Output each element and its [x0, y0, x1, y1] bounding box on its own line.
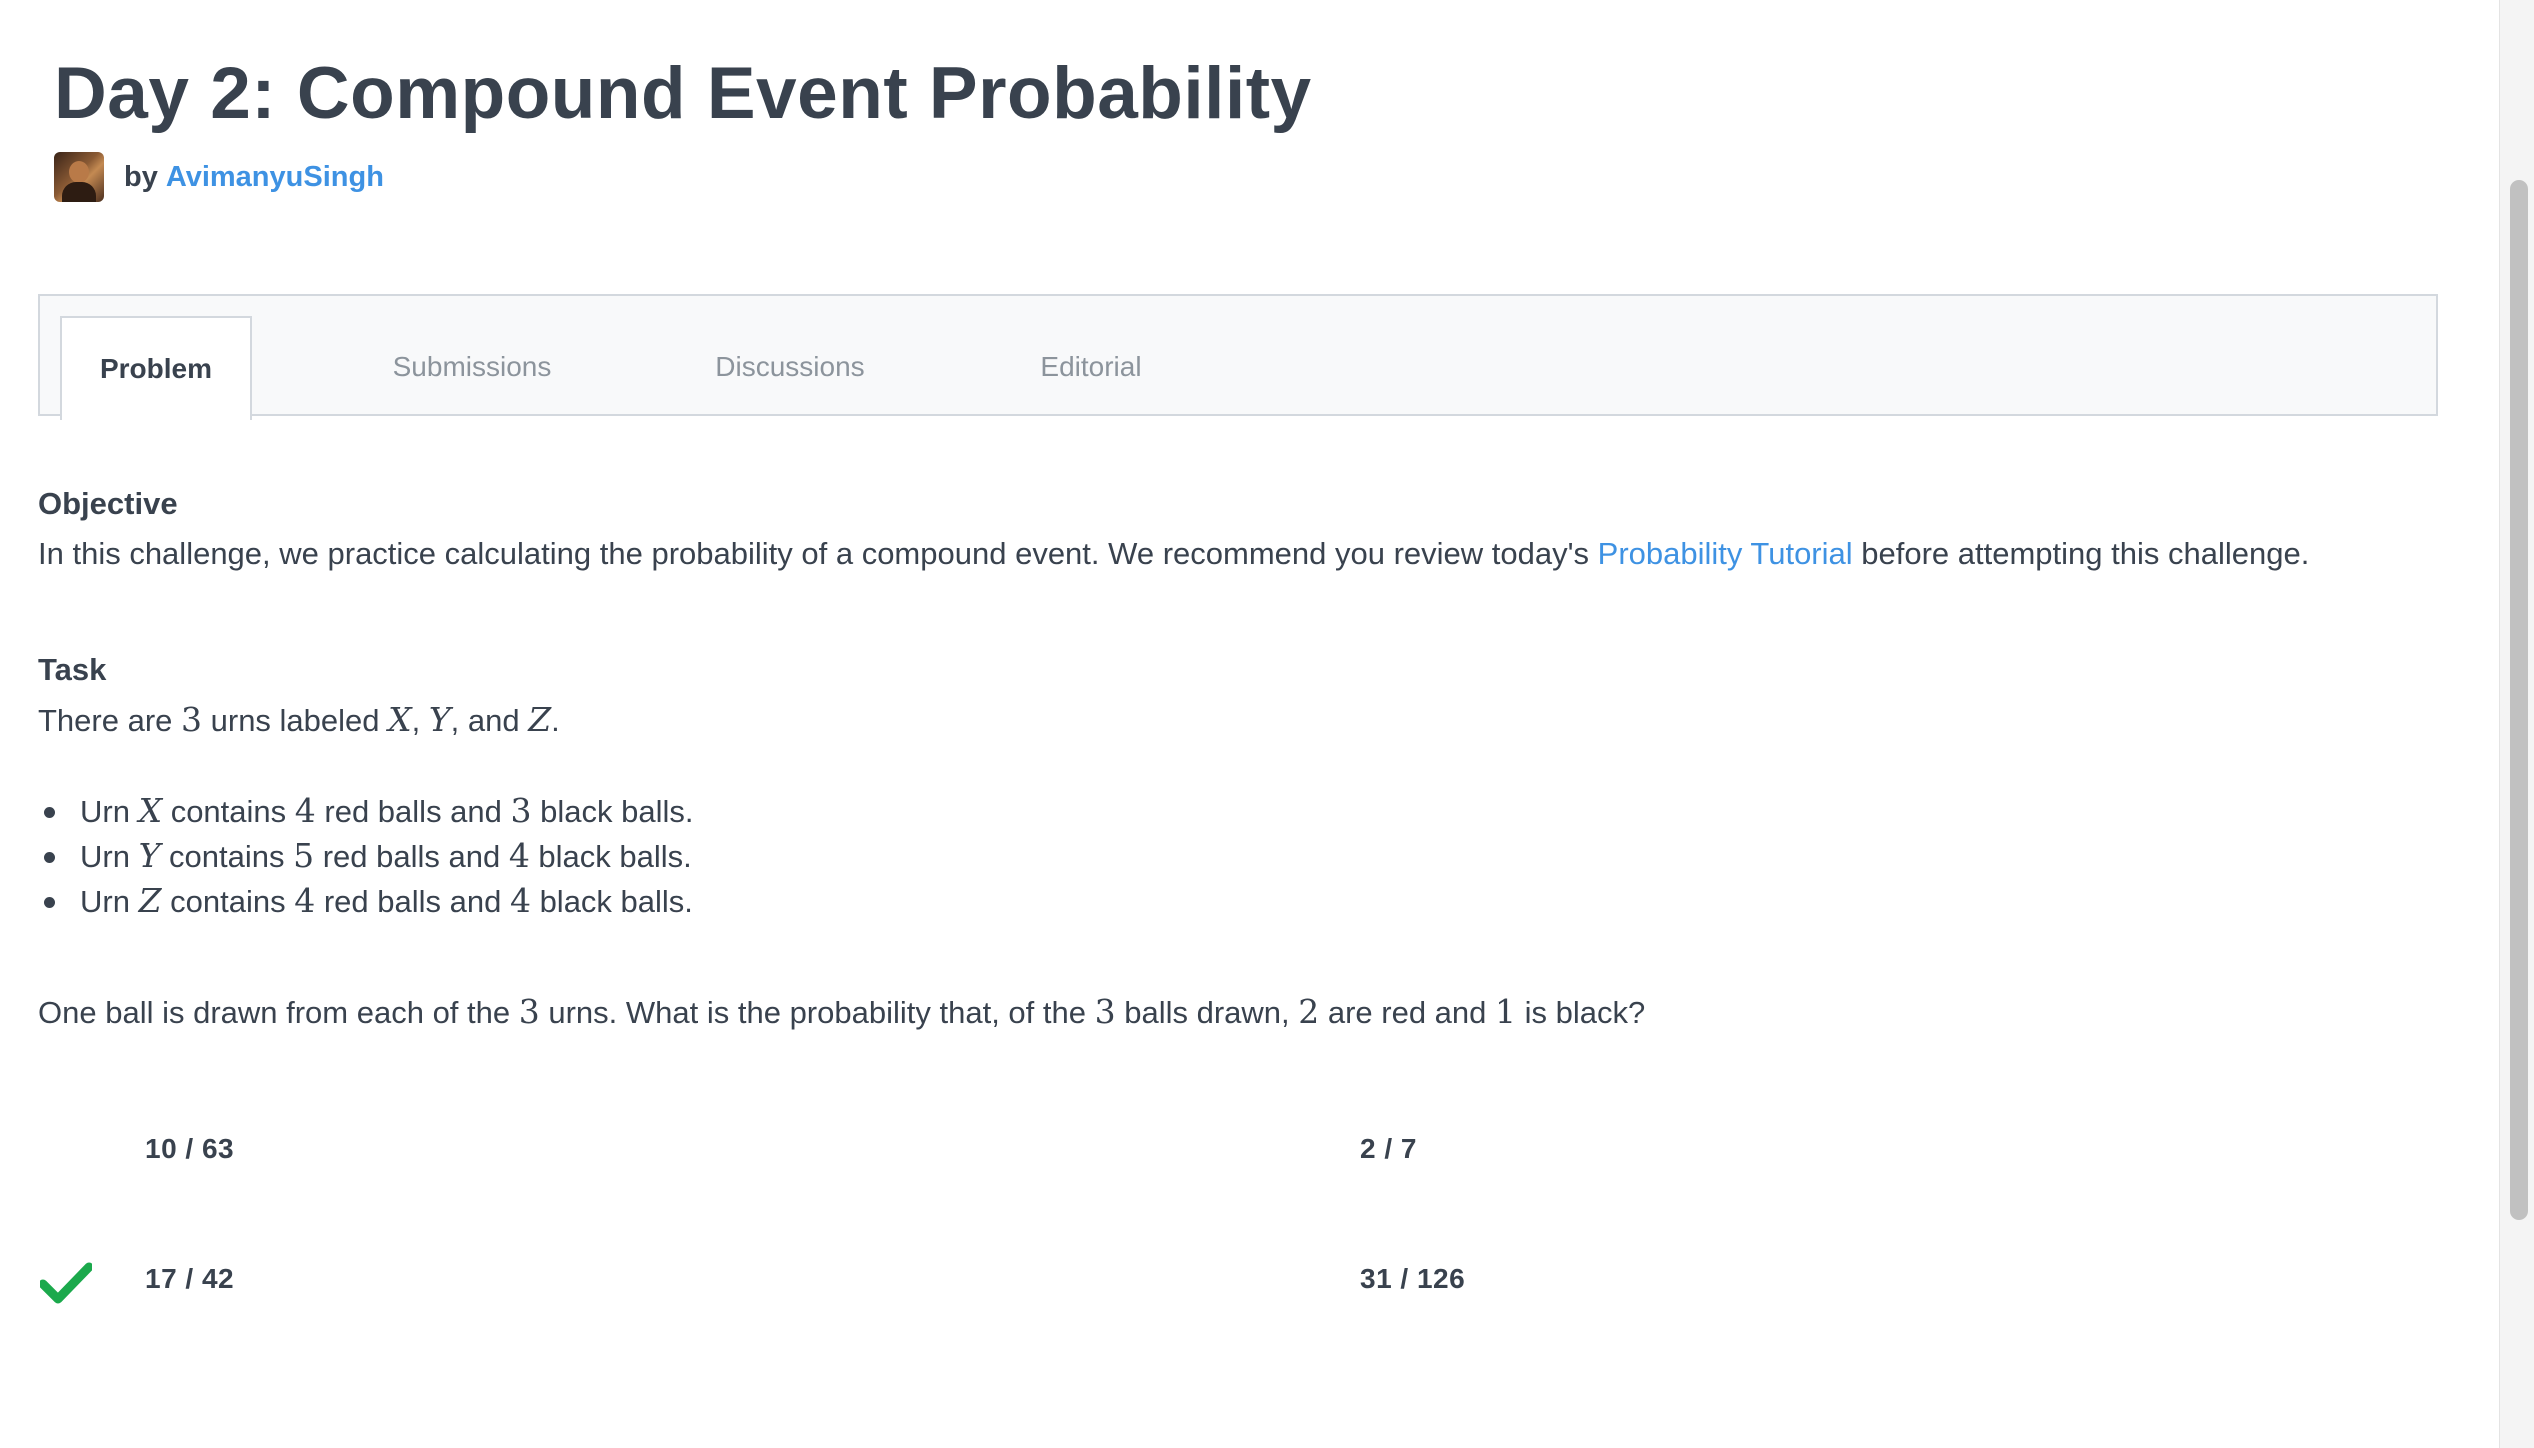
urn-label-x: X: [388, 700, 412, 739]
answer-option-2-7[interactable]: 2 / 7: [1360, 1133, 1417, 1165]
author-link[interactable]: AvimanyuSingh: [166, 161, 384, 194]
urn-count: 3: [181, 700, 203, 739]
page-title: Day 2: Compound Event Probability: [54, 53, 1312, 134]
task-intro-text: urns labeled: [202, 703, 389, 738]
urn-text: contains: [162, 794, 295, 829]
urn-text: black balls.: [531, 794, 694, 829]
question-part: are red and: [1319, 995, 1496, 1030]
by-label: by: [124, 160, 158, 193]
urn-name: Z: [138, 881, 162, 920]
black-count: 4: [508, 836, 530, 875]
urn-name: X: [138, 791, 163, 830]
urn-text: Urn: [80, 794, 139, 829]
urn-text: red balls and: [314, 839, 509, 874]
answer-option-17-42[interactable]: 17 / 42: [145, 1263, 234, 1295]
urn-text: black balls.: [530, 884, 693, 919]
task-intro-text: , and: [450, 703, 529, 738]
question-part: balls drawn,: [1115, 995, 1299, 1030]
urn-list: Urn X contains 4 red balls and 3 black b…: [38, 789, 2478, 924]
tab-editorial[interactable]: Editorial: [996, 316, 1186, 418]
task-intro: There are 3 urns labeled X, Y, and Z.: [38, 696, 2478, 745]
objective-heading: Objective: [38, 486, 178, 521]
tab-submissions[interactable]: Submissions: [352, 316, 592, 418]
black-count: 4: [509, 881, 531, 920]
list-item: Urn Y contains 5 red balls and 4 black b…: [38, 834, 2478, 879]
red-count: 5: [293, 836, 315, 875]
answer-option-31-126[interactable]: 31 / 126: [1360, 1263, 1465, 1295]
list-item: Urn X contains 4 red balls and 3 black b…: [38, 789, 2478, 834]
question-part: urns. What is the probability that, of t…: [539, 995, 1095, 1030]
urn-text: black balls.: [529, 839, 692, 874]
red-count: 4: [294, 881, 316, 920]
question-number: 3: [518, 992, 540, 1031]
urn-text: contains: [160, 839, 294, 874]
avatar-body: [62, 182, 96, 202]
probability-tutorial-link[interactable]: Probability Tutorial: [1598, 536, 1853, 571]
black-count: 3: [510, 791, 532, 830]
answer-option-10-63[interactable]: 10 / 63: [145, 1133, 234, 1165]
question-number: 3: [1094, 992, 1116, 1031]
urn-label-y: Y: [428, 700, 451, 739]
checkmark-icon: [40, 1262, 92, 1304]
urn-text: Urn: [80, 839, 139, 874]
challenge-tabs: Problem Submissions Discussions Editoria…: [38, 294, 2438, 420]
avatar-face: [69, 161, 89, 183]
author-line: by AvimanyuSingh: [54, 152, 1312, 202]
author-avatar[interactable]: [54, 152, 104, 202]
task-intro-text: ,: [411, 703, 429, 738]
tab-discussions[interactable]: Discussions: [670, 316, 910, 418]
tab-problem[interactable]: Problem: [60, 316, 252, 420]
objective-text-after: before attempting this challenge.: [1852, 536, 2310, 571]
problem-statement: Objective In this challenge, we practice…: [38, 478, 2478, 1037]
objective-text-before: In this challenge, we practice calculati…: [38, 536, 1598, 571]
red-count: 4: [294, 791, 316, 830]
urn-label-z: Z: [528, 700, 552, 739]
task-intro-text: There are: [38, 703, 182, 738]
question-number: 1: [1495, 992, 1517, 1031]
urn-text: red balls and: [315, 794, 511, 829]
page-header: Day 2: Compound Event Probability by Avi…: [54, 44, 1312, 202]
question-part: One ball is drawn from each of the: [38, 995, 519, 1030]
urn-text: contains: [161, 884, 295, 919]
list-item: Urn Z contains 4 red balls and 4 black b…: [38, 879, 2478, 924]
urn-text: red balls and: [315, 884, 510, 919]
objective-text: In this challenge, we practice calculati…: [38, 530, 2478, 578]
vertical-scrollbar[interactable]: [2499, 0, 2534, 1448]
question-part: is black?: [1516, 995, 1646, 1030]
urn-name: Y: [138, 836, 161, 875]
task-intro-text: .: [551, 703, 560, 738]
question-number: 2: [1298, 992, 1320, 1031]
task-heading: Task: [38, 652, 107, 687]
urn-text: Urn: [80, 884, 139, 919]
scrollbar-thumb[interactable]: [2510, 180, 2528, 1220]
question-text: One ball is drawn from each of the 3 urn…: [38, 988, 2478, 1037]
